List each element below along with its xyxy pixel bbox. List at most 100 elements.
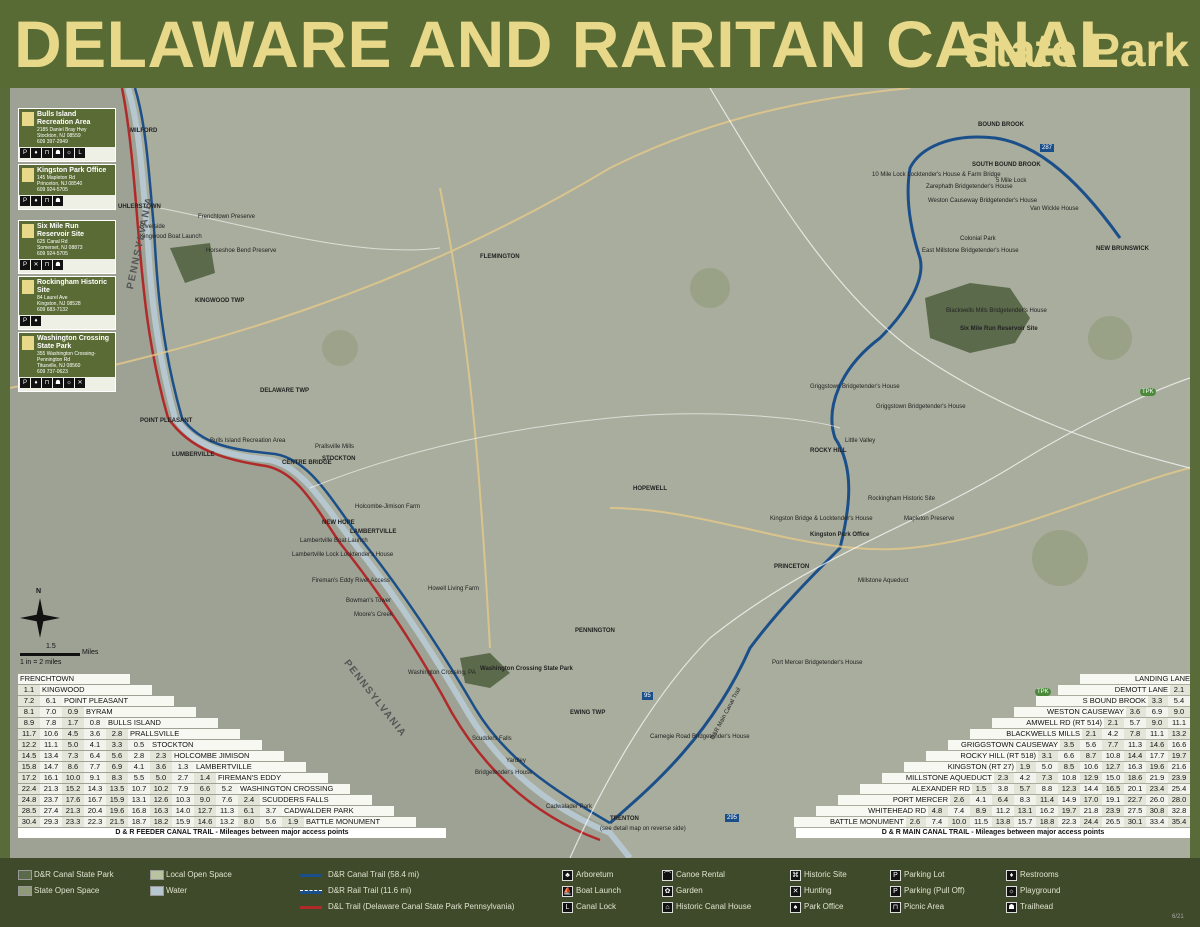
label-uhlerstown: UHLERSTOWN — [118, 204, 161, 210]
mileage-stop-name: AMWELL RD (RT 514) — [992, 718, 1104, 728]
legend-water: Water — [166, 886, 188, 895]
mileage-cell: 5.6 — [260, 817, 282, 827]
mileage-cell: 2.3 — [992, 773, 1014, 783]
mileage-cell: 2.3 — [150, 751, 172, 761]
legend-main-trail: D&R Canal Trail (58.4 mi) — [328, 870, 420, 879]
label-howell: Howell Living Farm — [428, 586, 480, 592]
mileage-cell: 8.8 — [1036, 784, 1058, 794]
mileage-cell: 15.2 — [62, 784, 84, 794]
arboretum-icon: ♣ — [562, 870, 573, 881]
label-south-bound: SOUTH BOUND BROOK — [972, 162, 1041, 168]
label-griggstown-bridge: Griggstown Bridgetender's House — [810, 384, 900, 390]
trailhead-icon: ☗ — [53, 260, 63, 270]
mileage-cell: 3.3 — [1146, 696, 1168, 706]
mileage-cell: 14.3 — [84, 784, 106, 794]
mileage-cell: 11.2 — [992, 806, 1014, 816]
header-bar: DELAWARE AND RARITAN CANAL State Park — [0, 0, 1200, 88]
label-moores: Moore's Creek — [354, 612, 393, 618]
label-kingwood-boat: Kingwood Boat Launch — [140, 234, 202, 240]
mileage-stop-name: BATTLE MONUMENT — [304, 817, 416, 827]
scale-bar: 1.5 Miles 1 in = 2 miles — [20, 643, 100, 673]
north-label: N — [36, 588, 42, 595]
mileage-cell: 13.5 — [106, 784, 128, 794]
mileage-cell: 30.1 — [1124, 817, 1146, 827]
trailhead-icon: ☗ — [1006, 902, 1017, 913]
mileage-stop-name: STOCKTON — [150, 740, 262, 750]
legend-park-office: Park Office — [804, 902, 844, 911]
mileage-cell: 5.2 — [216, 784, 238, 794]
mileage-cell: 11.1 — [40, 740, 62, 750]
parking-lot-icon: P — [890, 870, 901, 881]
restrooms-icon: ♦ — [31, 148, 41, 158]
restrooms-icon: ♦ — [31, 316, 41, 326]
mileage-cell: 25.4 — [1168, 784, 1190, 794]
mileage-cell: 2.1 — [1168, 685, 1190, 695]
mileage-cell: 10.6 — [1080, 762, 1102, 772]
parking-icon: P — [20, 196, 30, 206]
mileage-cell: 4.2 — [1014, 773, 1036, 783]
mileage-cell: 1.3 — [172, 762, 194, 772]
map-area[interactable]: Bulls Island Recreation Area 2185 Daniel… — [10, 88, 1190, 858]
legend: D&R Canal State Park State Open Space Lo… — [0, 858, 1200, 927]
mileage-cell: 14.7 — [40, 762, 62, 772]
label-flemington: FLEMINGTON — [480, 254, 520, 260]
label-zarephath: Zarephath Bridgetender's House — [926, 184, 1013, 190]
compass: N — [20, 588, 60, 638]
picnic-icon: ⊓ — [42, 196, 52, 206]
mileage-stop-name: POINT PLEASANT — [62, 696, 174, 706]
playground-icon: ☼ — [1006, 886, 1017, 897]
mileage-cell: 16.6 — [1168, 740, 1190, 750]
local-open-swatch — [150, 870, 164, 880]
legend-trailhead: Trailhead — [1020, 902, 1054, 911]
tpk-shield-1: TPK — [1140, 388, 1156, 396]
site-six-mile-run[interactable]: Six Mile Run Reservoir Site 625 Canal Rd… — [18, 220, 116, 274]
picnic-icon: ⊓ — [42, 260, 52, 270]
mileage-cell: 11.1 — [1168, 718, 1190, 728]
mileage-cell: 3.6 — [84, 729, 106, 739]
scale-ratio: 1 in = 2 miles — [20, 659, 62, 666]
mileage-cell: 12.7 — [1102, 762, 1124, 772]
mileage-cell: 17.6 — [62, 795, 84, 805]
mileage-cell: 28.5 — [18, 806, 40, 816]
mileage-cell: 5.0 — [1036, 762, 1058, 772]
mileage-cell: 23.4 — [1146, 784, 1168, 794]
mileage-cell: 5.0 — [62, 740, 84, 750]
label-carnegie: Carnegie Road Bridgetender's House — [650, 734, 750, 740]
site-address: 2185 Daniel Bray Hwy Stockton, NJ 08559 60… — [37, 127, 87, 145]
mileage-cell: 12.9 — [1080, 773, 1102, 783]
mileage-cell: 22.4 — [18, 784, 40, 794]
mileage-cell: 14.5 — [18, 751, 40, 761]
label-east-millstone: East Millstone Bridgetender's House — [922, 248, 1019, 254]
mileage-cell: 17.7 — [1146, 751, 1168, 761]
mileage-cell: 3.3 — [106, 740, 128, 750]
mileage-cell: 3.6 — [150, 762, 172, 772]
site-kingston-park[interactable]: Kingston Park Office 145 Mapleton Rd Prin… — [18, 164, 116, 210]
mileage-cell: 21.9 — [1146, 773, 1168, 783]
trailhead-icon: ☗ — [53, 196, 63, 206]
site-tile-icon — [22, 280, 34, 294]
mileage-cell: 14.0 — [172, 806, 194, 816]
mileage-cell: 8.6 — [62, 762, 84, 772]
mileage-cell: 6.9 — [106, 762, 128, 772]
label-kingston-bridge: Kingston Bridge & Locktender's House — [770, 516, 873, 522]
mileage-cell: 8.5 — [1058, 762, 1080, 772]
site-bulls-island[interactable]: Bulls Island Recreation Area 2185 Daniel… — [18, 108, 116, 162]
trailhead-icon: ☗ — [53, 148, 63, 158]
label-bridgetender: Bridgetender's House — [475, 770, 533, 776]
legend-canal-lock: Canal Lock — [576, 902, 617, 911]
mileage-cell: 35.4 — [1168, 817, 1190, 827]
legend-parking-lot: Parking Lot — [904, 870, 945, 879]
mileage-cell: 4.8 — [926, 806, 948, 816]
site-rockingham[interactable]: Rockingham Historic Site 84 Laurel Ave Ki… — [18, 276, 116, 330]
site-washington-crossing[interactable]: Washington Crossing State Park 355 Washi… — [18, 332, 116, 392]
label-centre-bridge: CENTRE BRIDGE — [282, 460, 332, 466]
mileage-cell: 9.0 — [1168, 707, 1190, 717]
mileage-stop-name: WHITEHEAD RD — [816, 806, 928, 816]
mileage-cell: 18.2 — [150, 817, 172, 827]
boat-launch-icon: ⛵ — [562, 886, 573, 897]
mileage-cell: 13.8 — [992, 817, 1014, 827]
mileage-cell: 14.9 — [1058, 795, 1080, 805]
mileage-cell: 19.6 — [106, 806, 128, 816]
mileage-cell: 0.9 — [62, 707, 84, 717]
mileage-cell: 6.1 — [238, 806, 260, 816]
